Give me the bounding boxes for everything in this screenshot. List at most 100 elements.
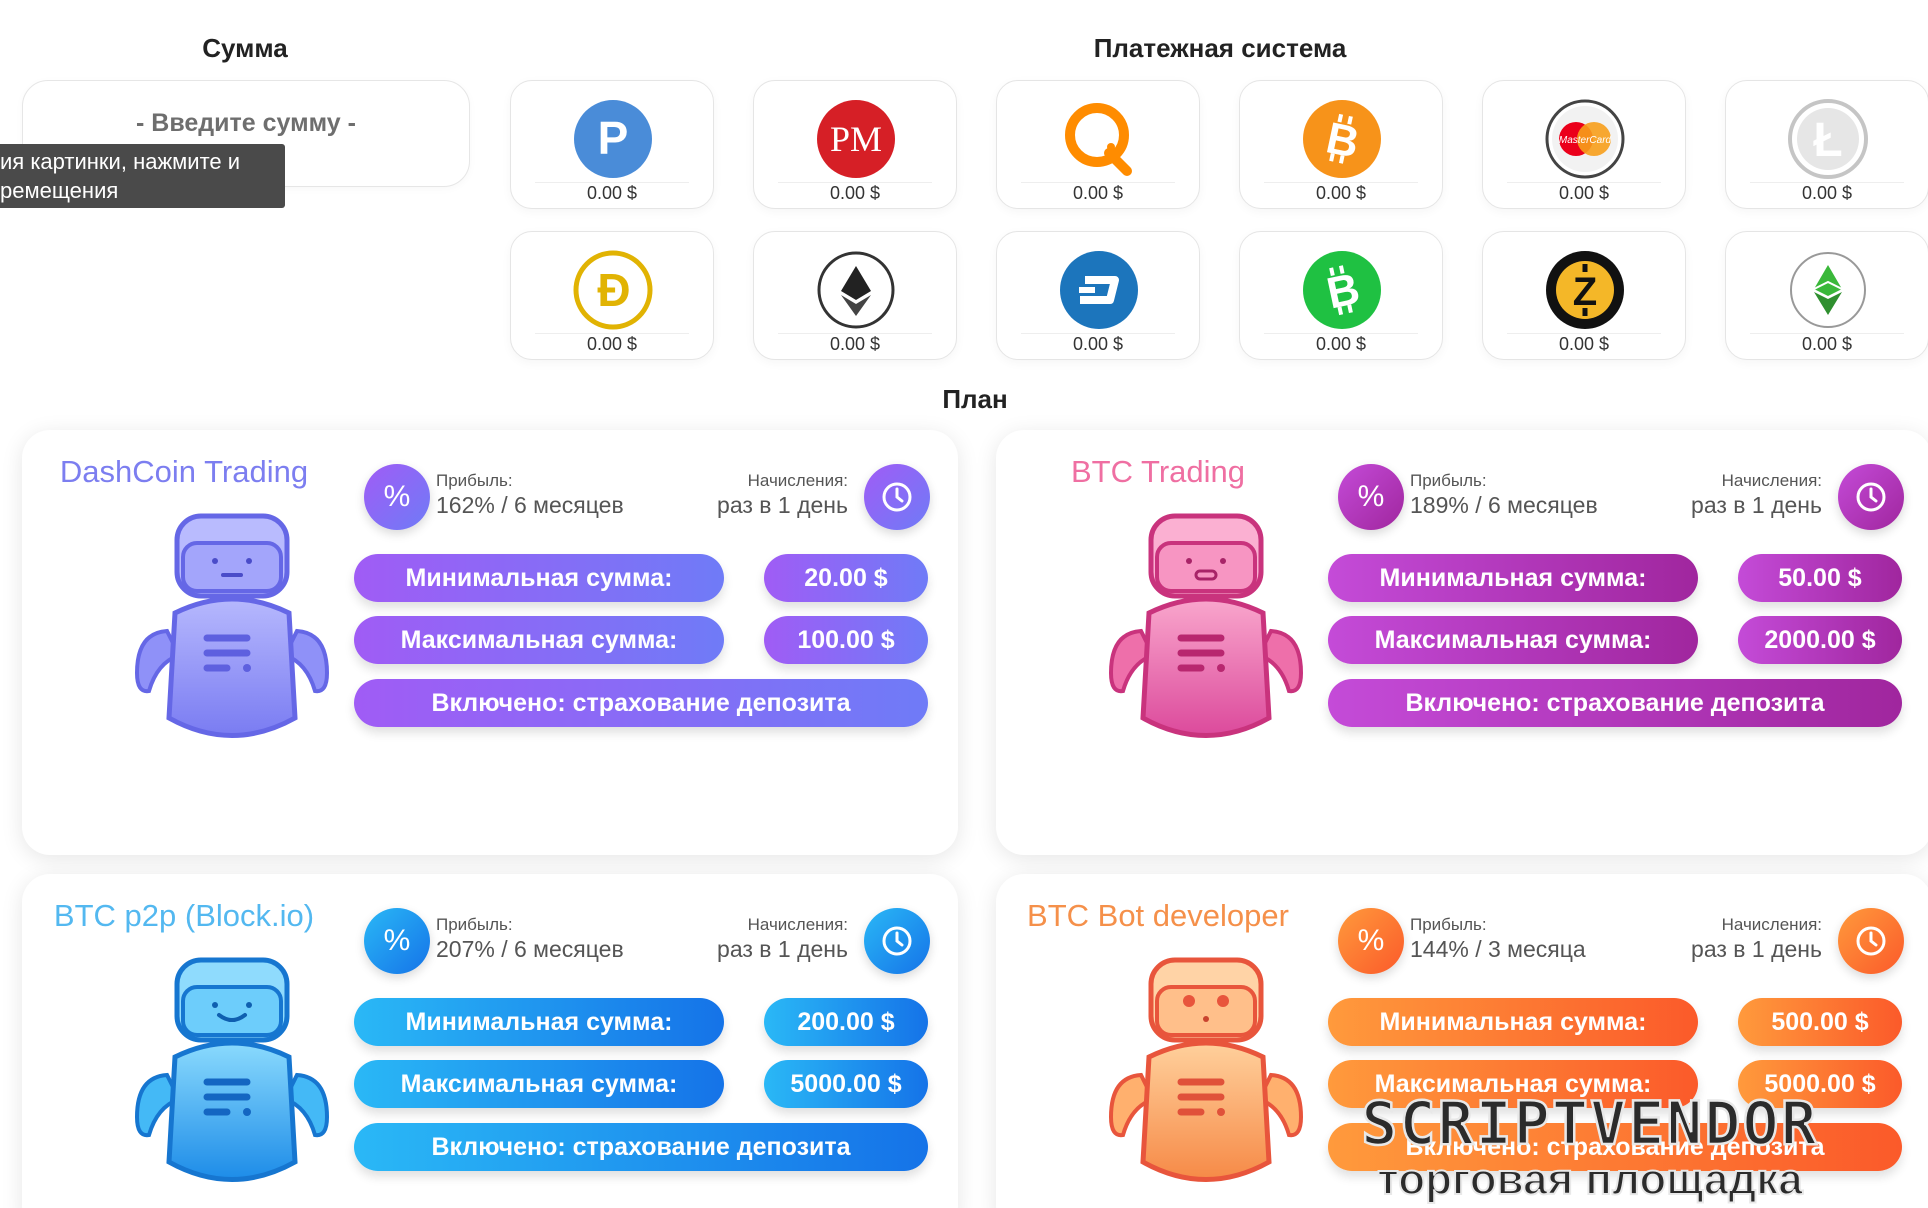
accrual-label: Начисления: bbox=[747, 471, 848, 490]
image-tooltip: ия картинки, нажмите и ремещения bbox=[0, 144, 285, 208]
clock-icon bbox=[1838, 908, 1904, 974]
min-amount-label: Минимальная сумма: bbox=[354, 554, 724, 602]
profit-value: 162% / 6 месяцев bbox=[436, 492, 624, 518]
plan-card-btc-p2p[interactable]: BTC p2p (Block.io) % Прибыль: 207% / 6 м… bbox=[22, 874, 958, 1208]
watermark-brand: SCRIPTVENDOR bbox=[1361, 1089, 1818, 1159]
payment-option-dash[interactable]: 0.00 $ bbox=[996, 231, 1200, 360]
max-amount-value: 100.00 $ bbox=[764, 616, 928, 664]
max-amount-value: 5000.00 $ bbox=[764, 1060, 928, 1108]
payment-balance: 0.00 $ bbox=[1558, 334, 1610, 354]
min-amount-value: 20.00 $ bbox=[764, 554, 928, 602]
profit-value: 207% / 6 месяцев bbox=[436, 936, 624, 962]
insurance-badge: Включено: страхование депозита bbox=[354, 1123, 928, 1171]
accrual-label: Начисления: bbox=[747, 915, 848, 934]
payment-option-mastercard[interactable]: MasterCard 0.00 $ bbox=[1482, 80, 1686, 209]
max-amount-label: Максимальная сумма: bbox=[354, 616, 724, 664]
payment-option-payeer[interactable]: P 0.00 $ bbox=[510, 80, 714, 209]
accrual-label: Начисления: bbox=[1721, 915, 1822, 934]
payment-balance: 0.00 $ bbox=[1315, 183, 1367, 203]
payment-balance: 0.00 $ bbox=[1558, 183, 1610, 203]
bitcoin-cash-icon: B bbox=[1302, 250, 1382, 330]
payment-option-ethereum-classic[interactable]: 0.00 $ bbox=[1725, 231, 1928, 360]
ethereum-classic-icon bbox=[1788, 250, 1868, 330]
payment-option-qiwi[interactable]: 0.00 $ bbox=[996, 80, 1200, 209]
mastercard-icon: MasterCard bbox=[1545, 99, 1625, 179]
payment-option-dogecoin[interactable]: Đ 0.00 $ bbox=[510, 231, 714, 360]
robot-illustration bbox=[134, 513, 330, 738]
payment-option-perfect-money[interactable]: PM 0.00 $ bbox=[753, 80, 957, 209]
payment-balance: 0.00 $ bbox=[1801, 334, 1853, 354]
min-amount-label: Минимальная сумма: bbox=[1328, 998, 1698, 1046]
amount-placeholder: - Введите сумму - bbox=[136, 109, 356, 137]
svg-text:Đ: Đ bbox=[597, 264, 630, 316]
profit-value: 189% / 6 месяцев bbox=[1410, 492, 1598, 518]
svg-text:PM: PM bbox=[830, 119, 882, 159]
svg-text:Ł: Ł bbox=[1813, 114, 1842, 167]
min-amount-value: 200.00 $ bbox=[764, 998, 928, 1046]
percent-icon: % bbox=[364, 464, 430, 530]
accrual-value: раз в 1 день bbox=[1691, 492, 1822, 518]
payment-option-bitcoin-cash[interactable]: B 0.00 $ bbox=[1239, 231, 1443, 360]
qiwi-icon bbox=[1059, 99, 1139, 179]
plan-card-dashcoin-trading[interactable]: DashCoin Trading % Прибыль: 162% / 6 мес… bbox=[22, 430, 958, 855]
robot-illustration bbox=[134, 957, 330, 1182]
payment-balance: 0.00 $ bbox=[586, 183, 638, 203]
min-amount-value: 50.00 $ bbox=[1738, 554, 1902, 602]
percent-icon: % bbox=[1338, 464, 1404, 530]
max-amount-label: Максимальная сумма: bbox=[354, 1060, 724, 1108]
min-amount-value: 500.00 $ bbox=[1738, 998, 1902, 1046]
payment-system-title: Платежная система bbox=[1093, 33, 1347, 63]
payment-balance: 0.00 $ bbox=[829, 183, 881, 203]
scriptvendor-watermark: SCRIPTVENDOR торговая площадка bbox=[1360, 1088, 1818, 1205]
accrual-value: раз в 1 день bbox=[1691, 936, 1822, 962]
dash-icon bbox=[1059, 250, 1139, 330]
profit-label: Прибыль: bbox=[1410, 471, 1487, 490]
payment-balance: 0.00 $ bbox=[829, 334, 881, 354]
plan-card-btc-trading[interactable]: BTC Trading % Прибыль: 189% / 6 месяцев … bbox=[996, 430, 1928, 855]
accrual-label: Начисления: bbox=[1721, 471, 1822, 490]
plan-name: BTC Trading bbox=[1070, 454, 1245, 489]
clock-icon bbox=[864, 908, 930, 974]
tooltip-line-1: ия картинки, нажмите и bbox=[0, 149, 241, 174]
min-amount-label: Минимальная сумма: bbox=[354, 998, 724, 1046]
profit-label: Прибыль: bbox=[1410, 915, 1487, 934]
min-amount-label: Минимальная сумма: bbox=[1328, 554, 1698, 602]
payment-balance: 0.00 $ bbox=[1072, 183, 1124, 203]
plan-name: DashCoin Trading bbox=[59, 454, 309, 489]
payment-balance: 0.00 $ bbox=[1072, 334, 1124, 354]
payment-option-bitcoin[interactable]: B 0.00 $ bbox=[1239, 80, 1443, 209]
insurance-badge: Включено: страхование депозита bbox=[354, 679, 928, 727]
profit-label: Прибыль: bbox=[436, 915, 513, 934]
insurance-badge: Включено: страхование депозита bbox=[1328, 679, 1902, 727]
payment-balance: 0.00 $ bbox=[1801, 183, 1853, 203]
robot-illustration bbox=[1108, 513, 1304, 738]
dogecoin-icon: Đ bbox=[573, 250, 653, 330]
zcash-icon: Z bbox=[1545, 250, 1625, 330]
watermark-tagline: торговая площадка bbox=[1377, 1155, 1803, 1204]
perfect-money-icon: PM bbox=[816, 99, 896, 179]
percent-icon: % bbox=[1338, 908, 1404, 974]
profit-value: 144% / 3 месяца bbox=[1410, 936, 1586, 962]
clock-icon bbox=[864, 464, 930, 530]
payment-option-ethereum[interactable]: 0.00 $ bbox=[753, 231, 957, 360]
payment-option-zcash[interactable]: Z 0.00 $ bbox=[1482, 231, 1686, 360]
svg-text:Z: Z bbox=[1573, 270, 1597, 314]
accrual-value: раз в 1 день bbox=[717, 492, 848, 518]
plan-title: План bbox=[942, 384, 1008, 414]
profit-label: Прибыль: bbox=[436, 471, 513, 490]
tooltip-line-2: ремещения bbox=[0, 178, 119, 203]
payeer-icon: P bbox=[573, 99, 653, 179]
litecoin-icon: Ł bbox=[1788, 99, 1868, 179]
plan-name: BTC Bot developer bbox=[1027, 898, 1289, 933]
plan-name: BTC p2p (Block.io) bbox=[53, 898, 315, 933]
payment-balance: 0.00 $ bbox=[1315, 334, 1367, 354]
payment-option-litecoin[interactable]: Ł 0.00 $ bbox=[1725, 80, 1928, 209]
accrual-value: раз в 1 день bbox=[717, 936, 848, 962]
bitcoin-icon: B bbox=[1302, 99, 1382, 179]
amount-title: Сумма bbox=[202, 33, 288, 63]
svg-text:P: P bbox=[598, 112, 629, 164]
max-amount-value: 2000.00 $ bbox=[1738, 616, 1902, 664]
max-amount-label: Максимальная сумма: bbox=[1328, 616, 1698, 664]
ethereum-icon bbox=[816, 250, 896, 330]
percent-icon: % bbox=[364, 908, 430, 974]
